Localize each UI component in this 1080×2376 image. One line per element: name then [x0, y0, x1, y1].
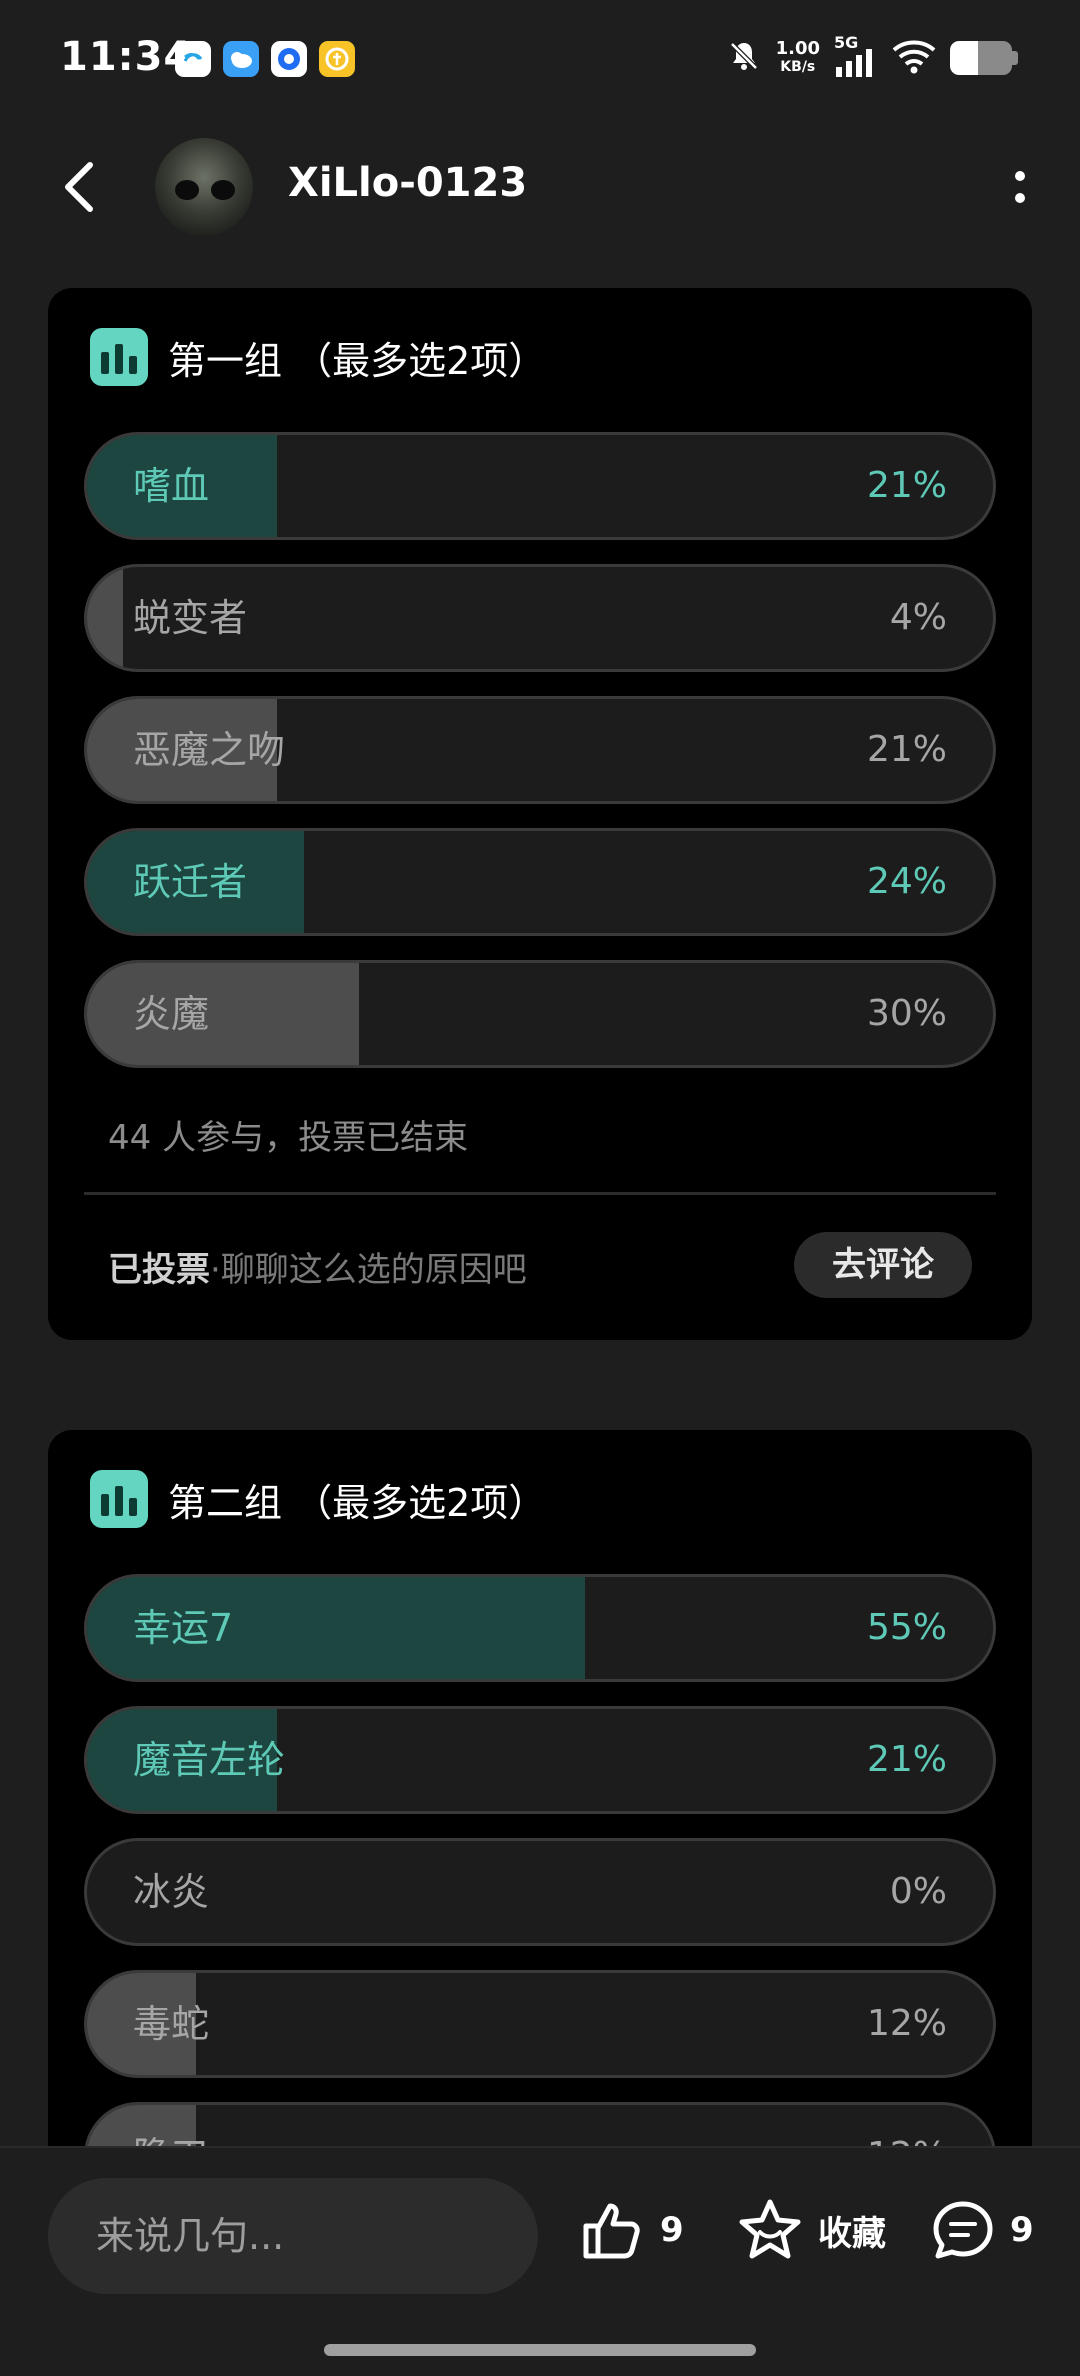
china-mobile-icon [175, 41, 211, 77]
network-speed: 1.00 KB/s [776, 40, 820, 76]
poll-chart-icon [90, 1470, 148, 1528]
poll-chart-icon [90, 328, 148, 386]
poll-card-2: 第二组 （最多选2项） 幸运7 55% 魔音左轮 21% 冰炎 0% 毒蛇 12… [48, 1430, 1032, 2210]
poll-option[interactable]: 冰炎 0% [84, 1838, 996, 1946]
voted-hint: ·聊聊这么选的原因吧 [210, 1250, 527, 1290]
poll-option[interactable]: 炎魔 30% [84, 960, 996, 1068]
status-indicators: 1.00 KB/s 5G [726, 33, 1018, 78]
poll-option-percent: 30% [866, 993, 947, 1034]
voted-status: 已投票·聊聊这么选的原因吧 [108, 1242, 527, 1291]
poll-participants: 44 人参与，投票已结束 [108, 1118, 469, 1158]
poll-title-row: 第一组 （最多选2项） [90, 328, 546, 386]
status-app-icons [175, 41, 355, 77]
poll-option-label: 幸运7 [133, 1606, 234, 1650]
poll-divider [84, 1192, 996, 1195]
username[interactable]: XiLlo-0123 [288, 160, 527, 206]
poll-option-percent: 4% [889, 597, 947, 638]
poll-option-label: 跃迁者 [133, 860, 248, 904]
poll-title: 第一组 （最多选2项） [168, 338, 547, 383]
poll-option-label: 恶魔之吻 [133, 728, 286, 772]
mute-bell-icon [726, 38, 762, 78]
home-indicator[interactable] [324, 2344, 756, 2356]
network-speed-unit: KB/s [780, 59, 816, 75]
poll-option-percent: 55% [866, 1607, 947, 1648]
battery-indicator [950, 41, 1018, 75]
thumbs-up-icon [583, 2203, 640, 2259]
battery-icon [950, 41, 1012, 75]
bottom-action-bar: 来说几句... 9 收藏 9 [0, 2146, 1080, 2376]
poll-option[interactable]: 毒蛇 12% [84, 1970, 996, 2078]
more-options-button[interactable] [990, 152, 1050, 222]
back-arrow-icon [65, 162, 93, 212]
poll-option[interactable]: 幸运7 55% [84, 1574, 996, 1682]
status-time: 11:34 [60, 34, 193, 80]
poll-option-label: 嗜血 [133, 464, 210, 508]
avatar[interactable] [155, 138, 253, 236]
status-bar: 11:34 1.00 KB/s 5G [0, 0, 1080, 120]
star-icon [739, 2199, 801, 2259]
like-count: 9 [660, 2210, 684, 2250]
poll-option-percent: 21% [866, 1739, 947, 1780]
poll-option[interactable]: 嗜血 21% [84, 432, 996, 540]
poll-option-percent: 12% [866, 2003, 947, 2044]
post-header: XiLlo-0123 [0, 130, 1080, 245]
poll-title-row: 第二组 （最多选2项） [90, 1470, 546, 1528]
comment-bubble-icon [933, 2201, 993, 2259]
wifi-icon [892, 38, 936, 78]
poll-option-percent: 21% [866, 729, 947, 770]
coin-app-icon [319, 41, 355, 77]
comments-button[interactable]: 9 [930, 2198, 1034, 2262]
collect-label: 收藏 [818, 2213, 886, 2254]
poll-option[interactable]: 魔音左轮 21% [84, 1706, 996, 1814]
collect-button[interactable]: 收藏 [736, 2198, 886, 2262]
poll-option[interactable]: 跃迁者 24% [84, 828, 996, 936]
like-button[interactable]: 9 [580, 2198, 684, 2262]
poll-option[interactable]: 恶魔之吻 21% [84, 696, 996, 804]
weather-icon [223, 41, 259, 77]
comment-count: 9 [1010, 2210, 1034, 2250]
poll-card-1: 第一组 （最多选2项） 嗜血 21% 蜕变者 4% 恶魔之吻 21% 跃迁者 2… [48, 288, 1032, 1340]
poll-option-percent: 21% [866, 465, 947, 506]
poll-option-label: 炎魔 [133, 992, 210, 1036]
poll-option-percent: 0% [889, 1871, 947, 1912]
poll-option-label: 蜕变者 [133, 596, 248, 640]
browser-icon [271, 41, 307, 77]
poll-option[interactable]: 蜕变者 4% [84, 564, 996, 672]
cellular-signal: 5G [834, 33, 878, 77]
poll-option-label: 毒蛇 [133, 2002, 210, 2046]
back-button[interactable] [50, 152, 110, 222]
voted-label: 已投票 [108, 1250, 210, 1290]
poll-option-label: 冰炎 [133, 1870, 210, 1914]
poll-option-percent: 24% [866, 861, 947, 902]
go-comment-button[interactable]: 去评论 [794, 1232, 972, 1298]
poll-title: 第二组 （最多选2项） [168, 1480, 547, 1525]
signal-label: 5G [834, 33, 859, 52]
network-speed-value: 1.00 [775, 38, 820, 59]
poll-option-label: 魔音左轮 [133, 1738, 286, 1782]
comment-input[interactable]: 来说几句... [48, 2178, 538, 2294]
